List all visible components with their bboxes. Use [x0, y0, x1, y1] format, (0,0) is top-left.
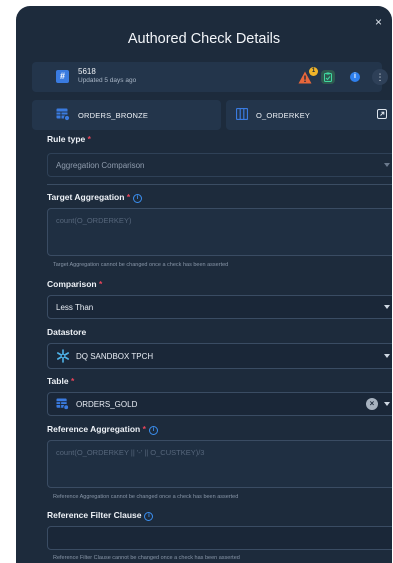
container-card[interactable]: ORDERS_BRONZE [32, 100, 221, 130]
check-id: 5618 [78, 67, 96, 76]
check-details-modal: × Authored Check Details # 5618 Updated … [16, 6, 392, 563]
chevron-down-icon [384, 163, 390, 167]
target-aggregation-hint: Target Aggregation cannot be changed onc… [53, 262, 229, 268]
chevron-down-icon [384, 305, 390, 309]
chevron-down-icon [384, 354, 390, 358]
table-select[interactable]: ORDERS_GOLD × [47, 392, 392, 416]
updated-timestamp: Updated 5 days ago [78, 77, 137, 84]
check-header-card: # 5618 Updated 5 days ago 1 i ⋮ [32, 62, 388, 92]
modal-title: Authored Check Details [127, 31, 281, 47]
info-icon[interactable]: i [350, 72, 360, 82]
info-icon[interactable]: i [144, 512, 154, 521]
container-name: ORDERS_BRONZE [78, 111, 149, 120]
table-label: Table * [47, 376, 75, 386]
reference-aggregation-label: Reference Aggregation * i [47, 424, 158, 435]
target-aggregation-textarea[interactable]: count(O_ORDERKEY) [47, 208, 392, 256]
clipboard-check-icon[interactable] [321, 70, 335, 84]
clear-icon[interactable]: × [366, 398, 378, 410]
reference-filter-input[interactable] [47, 526, 392, 550]
close-icon[interactable]: × [375, 16, 382, 28]
target-aggregation-label: Target Aggregation * i [47, 192, 143, 203]
warning-count-badge: 1 [309, 67, 318, 76]
rule-type-value: Aggregation Comparison [56, 161, 145, 170]
info-icon[interactable]: i [133, 194, 143, 203]
reference-aggregation-textarea[interactable]: count(O_ORDERKEY || '-' || O_CUSTKEY)/3 [47, 440, 392, 488]
table-icon [56, 108, 70, 121]
external-link-icon[interactable] [377, 109, 387, 119]
field-card[interactable]: O_ORDERKEY [226, 100, 392, 130]
table-icon [56, 398, 69, 410]
rule-type-label: Rule type * [47, 134, 91, 144]
target-aggregation-placeholder: count(O_ORDERKEY) [56, 216, 132, 225]
datastore-label: Datastore [47, 327, 87, 337]
datastore-select[interactable]: DQ SANDBOX TPCH [47, 343, 392, 369]
comparison-label: Comparison * [47, 279, 103, 289]
comparison-value: Less Than [56, 303, 94, 312]
reference-aggregation-placeholder: count(O_ORDERKEY || '-' || O_CUSTKEY)/3 [56, 448, 205, 457]
chevron-down-icon [384, 402, 390, 406]
field-name: O_ORDERKEY [256, 111, 311, 120]
reference-filter-label: Reference Filter Clause i [47, 510, 154, 521]
datastore-value: DQ SANDBOX TPCH [76, 352, 154, 361]
rule-type-select[interactable]: Aggregation Comparison [47, 153, 392, 177]
reference-filter-hint: Reference Filter Clause cannot be change… [53, 555, 240, 561]
reference-aggregation-hint: Reference Aggregation cannot be changed … [53, 494, 239, 500]
info-icon[interactable]: i [148, 426, 158, 435]
divider [47, 184, 392, 185]
column-icon [236, 108, 248, 120]
table-value: ORDERS_GOLD [76, 400, 138, 409]
more-options-icon[interactable]: ⋮ [372, 69, 388, 85]
comparison-select[interactable]: Less Than [47, 295, 392, 319]
snowflake-icon [56, 349, 69, 363]
hash-icon: # [56, 70, 69, 83]
